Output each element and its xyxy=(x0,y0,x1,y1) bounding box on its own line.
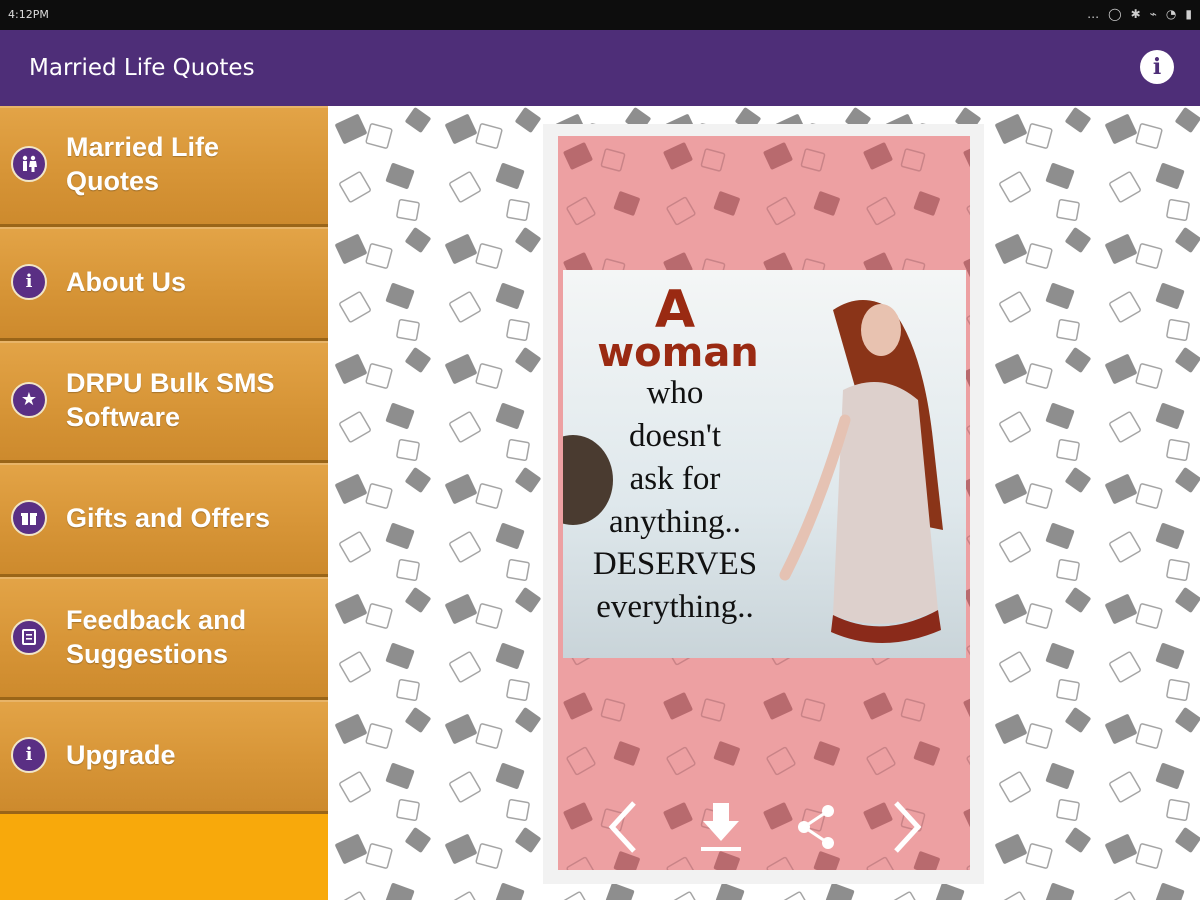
app-bar: Married Life Quotes i xyxy=(0,30,1200,106)
quote-line: ask for xyxy=(629,461,721,497)
info-icon: i xyxy=(11,737,47,773)
drawer-label: Upgrade xyxy=(66,740,176,770)
quote-line: doesn't xyxy=(628,418,722,454)
drawer-item-married-life-quotes[interactable]: Married Life Quotes xyxy=(0,106,328,227)
couple-icon xyxy=(11,146,47,182)
download-button[interactable] xyxy=(691,797,751,857)
drawer-item-about-us[interactable]: i About Us xyxy=(0,227,328,341)
drawer-label: DRPU Bulk SMS Software xyxy=(66,368,275,432)
next-icon xyxy=(894,801,922,853)
previous-icon xyxy=(608,801,636,853)
quote-line: who xyxy=(646,375,704,411)
status-icons: … ◯ ✱ ⌁ ◔ ▮ xyxy=(1087,7,1192,21)
info-icon: i xyxy=(1152,54,1162,80)
drawer-label: Feedback and Suggestions xyxy=(66,605,247,669)
drawer-item-drpu-bulk-sms[interactable]: ★ DRPU Bulk SMS Software xyxy=(0,341,328,463)
bluetooth-icon: ✱ xyxy=(1130,7,1141,21)
quote-line: woman xyxy=(597,330,759,376)
signal-icon: ⌁ xyxy=(1149,7,1157,21)
status-time: 4:12PM xyxy=(8,8,49,21)
share-button[interactable] xyxy=(788,797,848,857)
drawer-label: Married Life Quotes xyxy=(66,132,220,196)
info-icon: i xyxy=(11,264,47,300)
gift-icon xyxy=(11,500,47,536)
quote-line: everything.. xyxy=(596,589,754,625)
battery-icon: ▮ xyxy=(1185,7,1192,21)
feedback-icon xyxy=(11,619,47,655)
quote-line: anything.. xyxy=(609,504,741,540)
drawer-item-feedback-and-suggestions[interactable]: Feedback and Suggestions xyxy=(0,577,328,700)
star-icon: ★ xyxy=(11,382,47,418)
quote-line: DESERVES xyxy=(592,546,758,582)
wifi-icon: ◔ xyxy=(1165,7,1177,21)
status-bar: 4:12PM … ◯ ✱ ⌁ ◔ ▮ xyxy=(0,0,1200,30)
alarm-icon: ◯ xyxy=(1108,7,1122,21)
drawer-label: About Us xyxy=(66,267,186,297)
drawer-item-gifts-and-offers[interactable]: Gifts and Offers xyxy=(0,463,328,577)
share-icon xyxy=(798,805,834,849)
download-icon xyxy=(701,803,741,851)
drawer-item-upgrade[interactable]: i Upgrade xyxy=(0,700,328,814)
info-button[interactable]: i xyxy=(1140,50,1174,84)
app-title: Married Life Quotes xyxy=(29,55,255,81)
previous-button[interactable] xyxy=(596,797,656,857)
drawer-label: Gifts and Offers xyxy=(66,503,271,533)
next-button[interactable] xyxy=(876,797,936,857)
more-dots-icon: … xyxy=(1087,7,1100,21)
navigation-drawer: Married Life Quotes i About Us ★ DRPU Bu… xyxy=(0,106,328,900)
